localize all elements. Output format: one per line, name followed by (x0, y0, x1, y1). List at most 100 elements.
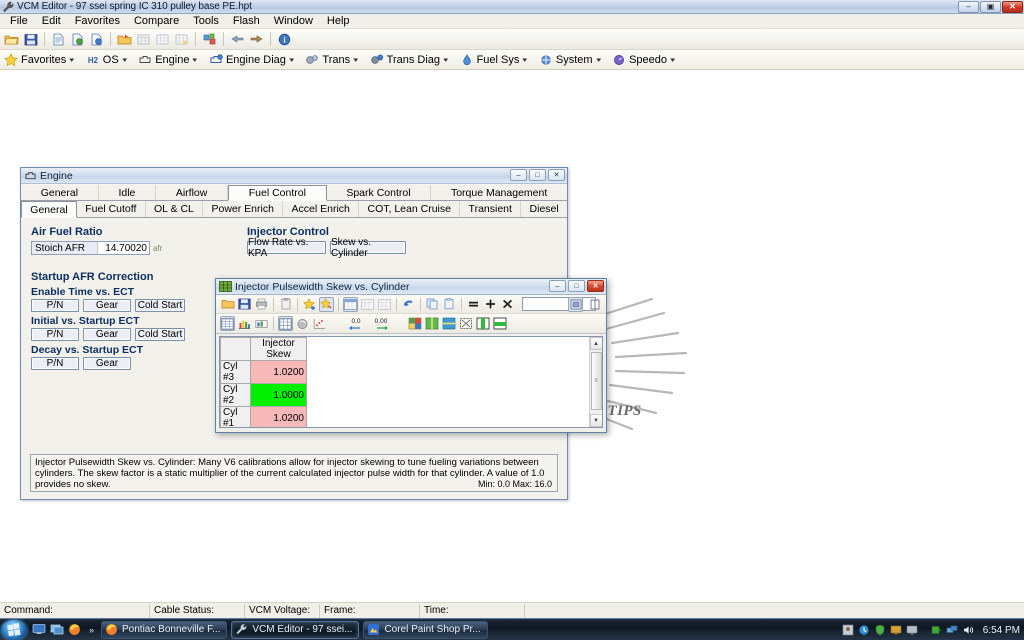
grid-toggle-icon[interactable] (278, 316, 293, 331)
edit-favorite-icon[interactable] (319, 296, 334, 312)
fav-group-engine-diag[interactable]: Engine Diag ▾ (209, 53, 301, 67)
copy-icon[interactable] (425, 297, 440, 312)
fav-group-system[interactable]: System ▾ (539, 53, 608, 67)
open-folder-icon[interactable] (3, 31, 20, 48)
tab-ol-cl[interactable]: OL & CL (145, 201, 204, 217)
compare-icon[interactable] (201, 31, 218, 48)
engine-maximize-button[interactable]: □ (529, 169, 546, 181)
save-icon[interactable] (237, 297, 252, 312)
engine-close-button[interactable]: ✕ (548, 169, 565, 181)
undo-icon[interactable] (401, 297, 416, 312)
open-icon[interactable] (220, 297, 235, 312)
initial-gear-button[interactable]: Gear (83, 328, 131, 341)
tab-fuel-cutoff[interactable]: Fuel Cutoff (76, 201, 146, 217)
table-view-icon[interactable] (220, 316, 235, 331)
fav-group-trans-diag[interactable]: Trans Diag ▾ (370, 53, 456, 67)
enable-time-gear-button[interactable]: Gear (83, 299, 131, 312)
multiply-icon[interactable] (500, 297, 515, 312)
paste-icon[interactable] (442, 297, 457, 312)
chevron-down-icon[interactable]: ▾ (670, 56, 675, 64)
table-icon[interactable] (135, 31, 152, 48)
app-tray-icon[interactable] (842, 624, 855, 637)
app-restore-button[interactable]: ▣ (980, 1, 1001, 13)
decimal-less-icon[interactable]: 0.0 (345, 316, 367, 331)
tab-general[interactable]: General (21, 185, 99, 200)
decay-pn-button[interactable]: P/N (31, 357, 79, 370)
update-icon[interactable] (858, 624, 871, 637)
graph-3d-icon[interactable] (343, 296, 358, 312)
volume-icon[interactable] (962, 624, 975, 637)
select-col-icon[interactable] (475, 316, 490, 331)
grid-view-icon[interactable] (568, 296, 583, 312)
app-minimize-button[interactable]: – (958, 1, 979, 13)
chevron-down-icon[interactable]: ▾ (353, 56, 358, 64)
tab-spark-control[interactable]: Spark Control (326, 185, 432, 200)
table-compare-icon[interactable] (154, 31, 171, 48)
engine-minimize-button[interactable]: – (510, 169, 527, 181)
new-document-icon[interactable] (50, 31, 67, 48)
network-icon[interactable] (946, 624, 959, 637)
add-favorite-icon[interactable] (302, 297, 317, 312)
chevron-down-icon[interactable]: ▾ (70, 56, 75, 64)
stoich-afr-value[interactable]: 14.70020 (97, 242, 149, 254)
decay-gear-button[interactable]: Gear (83, 357, 131, 370)
menu-window[interactable]: Window (267, 14, 320, 28)
tab-power-enrich[interactable]: Power Enrich (203, 201, 284, 217)
fav-group-os[interactable]: H2 OS ▾ (86, 53, 134, 67)
enable-time-pn-button[interactable]: P/N (31, 299, 79, 312)
monitor-icon[interactable] (890, 624, 903, 637)
skew-close-button[interactable]: ✕ (587, 280, 604, 292)
menu-tools[interactable]: Tools (186, 14, 226, 28)
menu-help[interactable]: Help (320, 14, 357, 28)
decimal-more-icon[interactable]: 0.00 (369, 316, 393, 331)
scroll-up-arrow-icon[interactable]: ▲ (589, 337, 602, 350)
battery-icon[interactable] (930, 624, 943, 637)
initial-pn-button[interactable]: P/N (31, 328, 79, 341)
skew-maximize-button[interactable]: □ (568, 280, 585, 292)
grid-cell-cyl1-skew[interactable]: 1.0200 (250, 406, 307, 427)
taskbar-button-vcm-editor[interactable]: VCM Editor - 97 ssei... (231, 620, 360, 639)
table-row[interactable]: Cyl #1 1.0200 (220, 406, 307, 427)
enable-time-cold-start-button[interactable]: Cold Start (135, 299, 185, 312)
write-vcm-icon[interactable] (248, 31, 265, 48)
scroll-thumb[interactable]: ≡ (590, 352, 602, 410)
chevron-down-icon[interactable]: ▾ (193, 56, 198, 64)
fav-group-favorites[interactable]: Favorites ▾ (4, 52, 82, 67)
tab-fuel-control[interactable]: Fuel Control (228, 185, 327, 201)
tab-cot-lean-cruise[interactable]: COT, Lean Cruise (359, 201, 461, 217)
document-import-icon[interactable] (69, 31, 86, 48)
interp-all-icon[interactable] (407, 316, 422, 331)
firefox-icon[interactable] (68, 623, 82, 636)
info-icon[interactable]: i (276, 31, 293, 48)
shield-icon[interactable] (874, 624, 887, 637)
quick-launch-overflow-icon[interactable]: » (89, 625, 94, 635)
tab-airflow[interactable]: Airflow (156, 185, 229, 200)
chart-icon[interactable] (254, 316, 269, 331)
chevron-down-icon[interactable]: ▾ (443, 56, 448, 64)
fav-group-speedo[interactable]: Speedo ▾ (612, 53, 682, 67)
menu-favorites[interactable]: Favorites (68, 14, 127, 28)
taskbar-button-corel-paint-shop[interactable]: Corel Paint Shop Pr... (363, 620, 488, 639)
histogram-icon[interactable] (237, 316, 252, 331)
tab-transient[interactable]: Transient (460, 201, 522, 217)
chevron-down-icon[interactable]: ▾ (523, 56, 528, 64)
grid-cell-cyl3-skew[interactable]: 1.0200 (250, 360, 307, 384)
graph-table-icon[interactable] (377, 297, 392, 312)
menu-file[interactable]: File (3, 14, 35, 28)
window-switch-icon[interactable] (50, 623, 64, 636)
equals-icon[interactable] (466, 297, 481, 312)
graph-2d-icon[interactable] (360, 297, 375, 312)
scroll-down-arrow-icon[interactable]: ▼ (589, 414, 602, 427)
tab-diesel[interactable]: Diesel (521, 201, 568, 217)
menu-compare[interactable]: Compare (127, 14, 186, 28)
tab-idle[interactable]: Idle (98, 185, 157, 200)
print-icon[interactable] (254, 297, 269, 312)
fav-group-engine[interactable]: Engine ▾ (138, 53, 205, 67)
tab-torque-management[interactable]: Torque Management (431, 185, 567, 200)
scatter-icon[interactable] (312, 316, 327, 331)
chevron-down-icon[interactable]: ▾ (289, 56, 294, 64)
menu-edit[interactable]: Edit (35, 14, 68, 28)
select-row-icon[interactable] (492, 316, 507, 331)
document-export-icon[interactable] (88, 31, 105, 48)
interp-vert-icon[interactable] (424, 316, 439, 331)
